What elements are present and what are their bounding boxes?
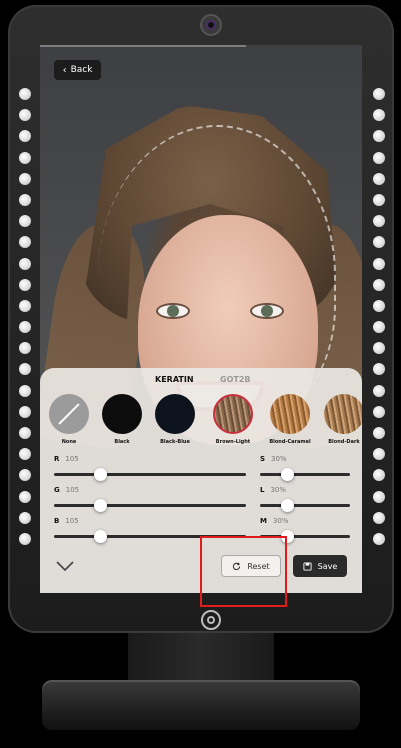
swatch-blond-caramel[interactable]: Blond-Caramel [269,394,311,445]
save-label: Save [317,561,338,571]
tab-got2b[interactable]: GOT2B [220,375,251,384]
swatch-black-blue[interactable]: Black-Blue [154,394,196,445]
home-button[interactable] [201,610,221,630]
swatch-list: None Black Black-Blue Brown-Light Blond-… [48,394,362,446]
camera-icon [200,14,222,36]
slider-l-label: L 30% [260,486,287,494]
slider-r-track[interactable] [54,473,246,476]
slider-s-thumb[interactable] [280,468,294,481]
slider-g-track[interactable] [54,504,246,507]
led-strip-right [373,88,387,545]
reset-highlight-box [200,536,287,607]
slider-r-thumb[interactable] [94,468,108,481]
brand-tabs: KERATIN GOT2B [40,372,362,388]
back-label: Back [70,65,93,75]
slider-g-label: G 105 [54,486,80,494]
slider-s-label: S 30% [260,455,287,463]
slider-g-thumb[interactable] [94,499,108,512]
back-button[interactable]: ‹ Back [54,60,101,80]
save-icon [303,561,312,571]
swatch-black[interactable]: Black [101,394,143,445]
swatch-blond-dark[interactable]: Blond-Dark [323,394,362,445]
slider-s-track[interactable] [260,473,350,476]
device-stand [128,633,274,685]
slider-l-track[interactable] [260,504,350,507]
led-strip-left [19,88,33,545]
slider-b-label: B 105 [54,517,79,525]
tab-keratin[interactable]: KERATIN [155,375,194,384]
device-base [42,680,360,730]
swatch-none[interactable]: None [48,394,90,445]
slider-r-label: R 105 [54,455,79,463]
save-button[interactable]: Save [293,555,347,577]
slider-l-thumb[interactable] [280,499,294,512]
chevron-down-icon[interactable] [56,561,74,571]
swatch-brown-light[interactable]: Brown-Light [212,394,254,445]
slider-m-label: M 30% [260,517,289,525]
chevron-left-icon: ‹ [62,64,67,76]
app-screen: ‹ Back KERATIN GOT2B None Black Black-Bl… [40,45,362,593]
slider-b-thumb[interactable] [94,530,108,543]
